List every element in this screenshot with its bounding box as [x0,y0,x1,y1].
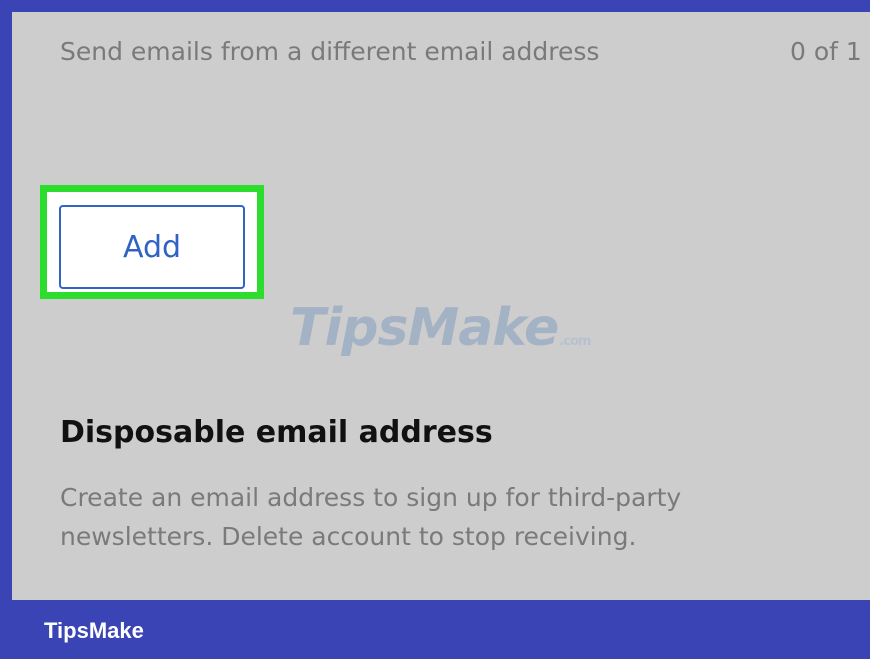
watermark-text: TipsMake [290,298,559,358]
watermark-logo: TipsMake.com [290,298,591,358]
screenshot-frame: Send emails from a different email addre… [0,0,870,659]
send-from-description: Send emails from a different email addre… [60,37,600,66]
alias-counter: 0 of 1 [790,37,862,66]
disposable-email-description: Create an email address to sign up for t… [60,483,682,551]
footer-brand: TipsMake [44,618,144,643]
watermark-suffix: .com [559,334,591,349]
disposable-email-title: Disposable email address [60,415,493,450]
settings-panel: Send emails from a different email addre… [12,12,870,600]
add-button[interactable]: Add [59,205,245,289]
